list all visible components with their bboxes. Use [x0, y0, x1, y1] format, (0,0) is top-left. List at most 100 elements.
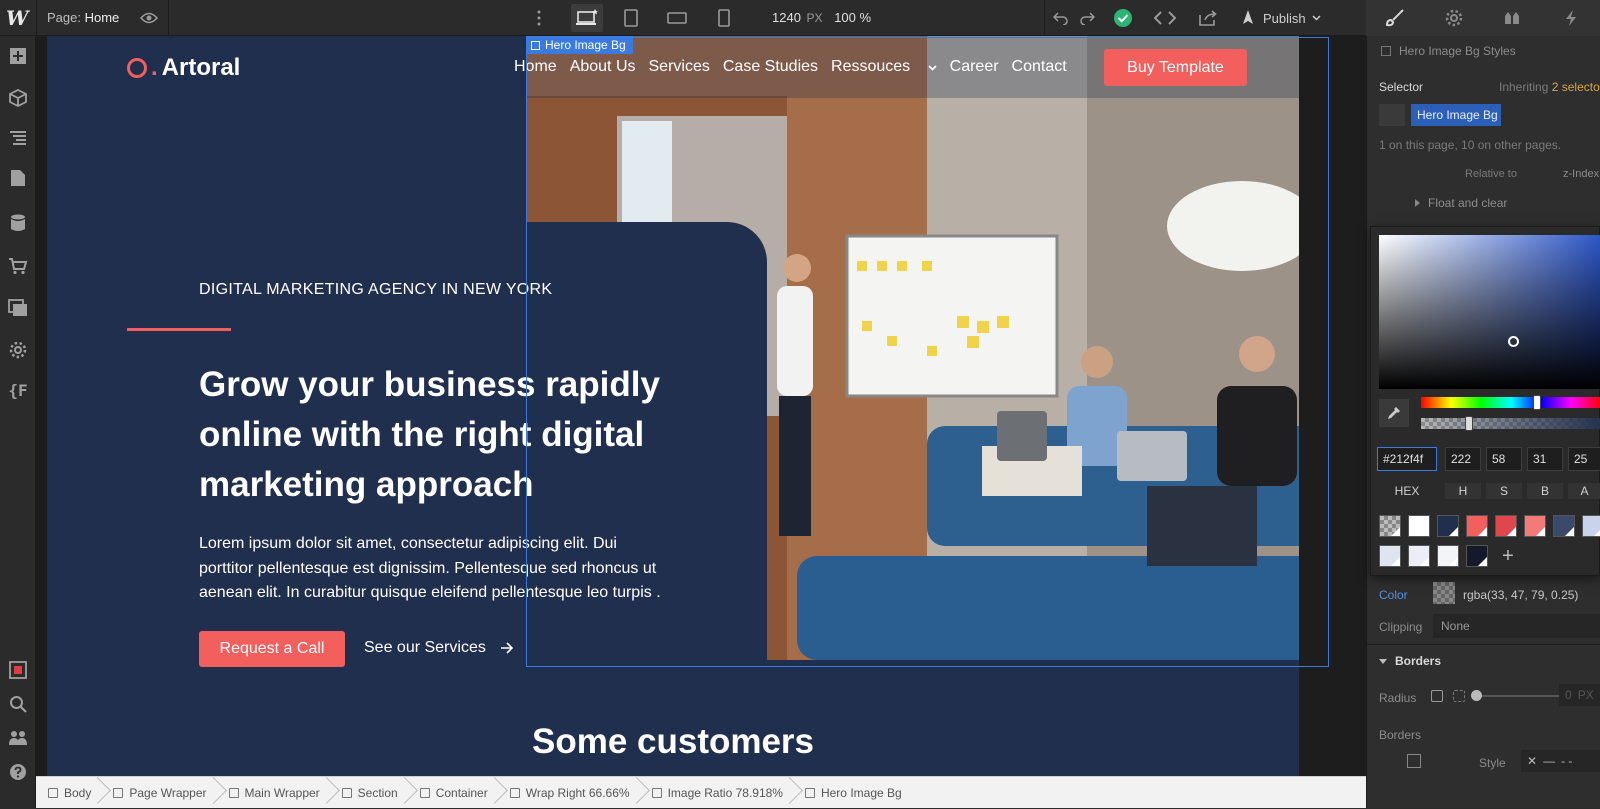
- nav-link-home[interactable]: Home: [514, 58, 557, 76]
- mobile-portrait-breakpoint-icon[interactable]: [709, 4, 739, 32]
- settings-gear-icon[interactable]: [6, 338, 30, 362]
- breadcrumb-item[interactable]: Hero Image Bg: [793, 777, 912, 809]
- nav-link-about[interactable]: About Us: [570, 58, 636, 76]
- breadcrumb-item[interactable]: Section: [330, 777, 408, 809]
- color-swatch[interactable]: [1408, 545, 1430, 567]
- record-icon[interactable]: [6, 658, 30, 682]
- color-swatch[interactable]: [1553, 515, 1575, 537]
- help-icon[interactable]: [6, 760, 30, 784]
- radius-slider-knob[interactable]: [1471, 690, 1482, 701]
- more-dots-icon[interactable]: [524, 4, 554, 32]
- saturation-input[interactable]: 58: [1486, 447, 1522, 471]
- color-swatch[interactable]: [1524, 515, 1546, 537]
- nav-link-contact[interactable]: Contact: [1012, 58, 1067, 76]
- selector-chip[interactable]: Hero Image Bg: [1411, 104, 1501, 126]
- preview-eye-icon[interactable]: [134, 4, 164, 32]
- add-elements-icon[interactable]: [6, 44, 30, 68]
- hue-slider-knob[interactable]: [1533, 395, 1541, 410]
- color-swatch[interactable]: [1582, 515, 1600, 537]
- publish-button[interactable]: Publish: [1239, 4, 1321, 32]
- color-swatch[interactable]: [1466, 515, 1488, 537]
- color-swatch[interactable]: [1379, 515, 1401, 537]
- color-swatch[interactable]: [1408, 515, 1430, 537]
- interactions-icon[interactable]: [1483, 0, 1542, 36]
- alpha-slider-knob[interactable]: [1465, 416, 1473, 431]
- float-clear-toggle[interactable]: Float and clear: [1415, 196, 1600, 210]
- hue-input[interactable]: 222: [1445, 447, 1481, 471]
- page-selector[interactable]: Page: Home: [47, 10, 119, 25]
- tablet-breakpoint-icon[interactable]: [616, 4, 646, 32]
- webflow-logo[interactable]: W: [6, 6, 30, 30]
- settings-gear-icon[interactable]: [1425, 0, 1484, 36]
- divider: [36, 0, 37, 36]
- alpha-slider[interactable]: [1421, 418, 1600, 429]
- color-swatch[interactable]: [1437, 515, 1459, 537]
- border-none-icon[interactable]: ✕: [1527, 754, 1537, 768]
- color-swatch[interactable]: [1437, 545, 1459, 567]
- designer-canvas[interactable]: .Artoral Home About Us Services Case Stu…: [36, 36, 1366, 776]
- symbols-box-icon[interactable]: [6, 86, 30, 110]
- alpha-input[interactable]: 25: [1568, 447, 1600, 471]
- hue-slider[interactable]: [1421, 397, 1600, 408]
- nav-link-case-studies[interactable]: Case Studies: [723, 58, 818, 76]
- brightness-input[interactable]: 31: [1527, 447, 1563, 471]
- search-icon[interactable]: [6, 692, 30, 716]
- nav-dropdown-label: Ressouces: [831, 58, 910, 75]
- assets-images-icon[interactable]: [6, 296, 30, 320]
- navigator-icon[interactable]: [6, 126, 30, 150]
- radius-individual-corners-icon[interactable]: [1453, 690, 1465, 702]
- hex-input[interactable]: #212f4f: [1377, 447, 1437, 471]
- ecommerce-cart-icon[interactable]: [6, 254, 30, 278]
- pages-icon[interactable]: [6, 166, 30, 190]
- request-call-button[interactable]: Request a Call: [199, 631, 345, 667]
- breadcrumb-item[interactable]: Main Wrapper: [217, 777, 330, 809]
- selected-element-tag[interactable]: Hero Image Bg: [526, 36, 633, 54]
- breadcrumb-item[interactable]: Container: [408, 777, 498, 809]
- border-solid-icon[interactable]: —: [1543, 754, 1555, 768]
- breadcrumb-item[interactable]: Body: [36, 777, 101, 809]
- saturation-knob[interactable]: [1508, 336, 1519, 347]
- radius-all-corners-icon[interactable]: [1431, 690, 1443, 702]
- share-icon[interactable]: [1193, 4, 1223, 32]
- chevron-down-icon: [1312, 15, 1321, 21]
- border-dashed-icon[interactable]: - -: [1561, 754, 1572, 768]
- color-swatch[interactable]: [1495, 515, 1517, 537]
- color-swatch[interactable]: [1466, 545, 1488, 567]
- breadcrumb-item[interactable]: Image Ratio 78.918%: [640, 777, 793, 809]
- lightning-icon[interactable]: [1542, 0, 1600, 36]
- borders-section-toggle[interactable]: Borders: [1379, 654, 1600, 668]
- mobile-landscape-breakpoint-icon[interactable]: [662, 4, 692, 32]
- see-services-link[interactable]: See our Services: [364, 639, 514, 657]
- radius-input[interactable]: 0 PX: [1559, 684, 1600, 706]
- nav-link-services[interactable]: Services: [649, 58, 710, 76]
- redo-icon[interactable]: [1072, 4, 1102, 32]
- breadcrumb-item[interactable]: Wrap Right 66.66%: [498, 777, 640, 809]
- color-swatch[interactable]: [1379, 545, 1401, 567]
- cms-database-icon[interactable]: [6, 211, 30, 235]
- nav-dropdown-resources[interactable]: Ressouces: [831, 58, 937, 76]
- color-value[interactable]: rgba(33, 47, 79, 0.25): [1463, 588, 1600, 602]
- zoom-level: 100 %: [834, 10, 871, 25]
- border-style-options[interactable]: ✕ — - -: [1521, 750, 1600, 772]
- collaborators-icon[interactable]: [6, 726, 30, 750]
- nav-link-career[interactable]: Career: [950, 58, 999, 76]
- saturation-brightness-field[interactable]: [1379, 235, 1600, 389]
- color-swatch[interactable]: [1433, 582, 1455, 604]
- style-brush-icon[interactable]: [1366, 0, 1425, 36]
- site-logo[interactable]: .Artoral: [127, 54, 240, 82]
- right-panel-tabs: [1366, 0, 1600, 36]
- styles-header: Hero Image Bg Styles: [1381, 44, 1600, 58]
- inheriting-info[interactable]: Inheriting 2 selectors: [1499, 80, 1600, 94]
- custom-code-icon[interactable]: {F: [6, 378, 30, 402]
- code-export-icon[interactable]: [1150, 4, 1180, 32]
- eyedropper-icon[interactable]: [1379, 399, 1409, 427]
- add-swatch-icon[interactable]: +: [1497, 545, 1519, 567]
- desktop-breakpoint-icon[interactable]: [571, 4, 603, 32]
- border-side-selector-icon[interactable]: [1407, 754, 1421, 768]
- clipping-select[interactable]: None: [1433, 614, 1600, 638]
- radius-slider-track[interactable]: [1475, 695, 1565, 697]
- breadcrumb-item[interactable]: Page Wrapper: [101, 777, 216, 809]
- selector-state-button[interactable]: [1379, 104, 1405, 126]
- buy-template-button[interactable]: Buy Template: [1104, 49, 1247, 86]
- paragraph-line: porttitor pellentesque est dignissim. Pe…: [199, 557, 739, 582]
